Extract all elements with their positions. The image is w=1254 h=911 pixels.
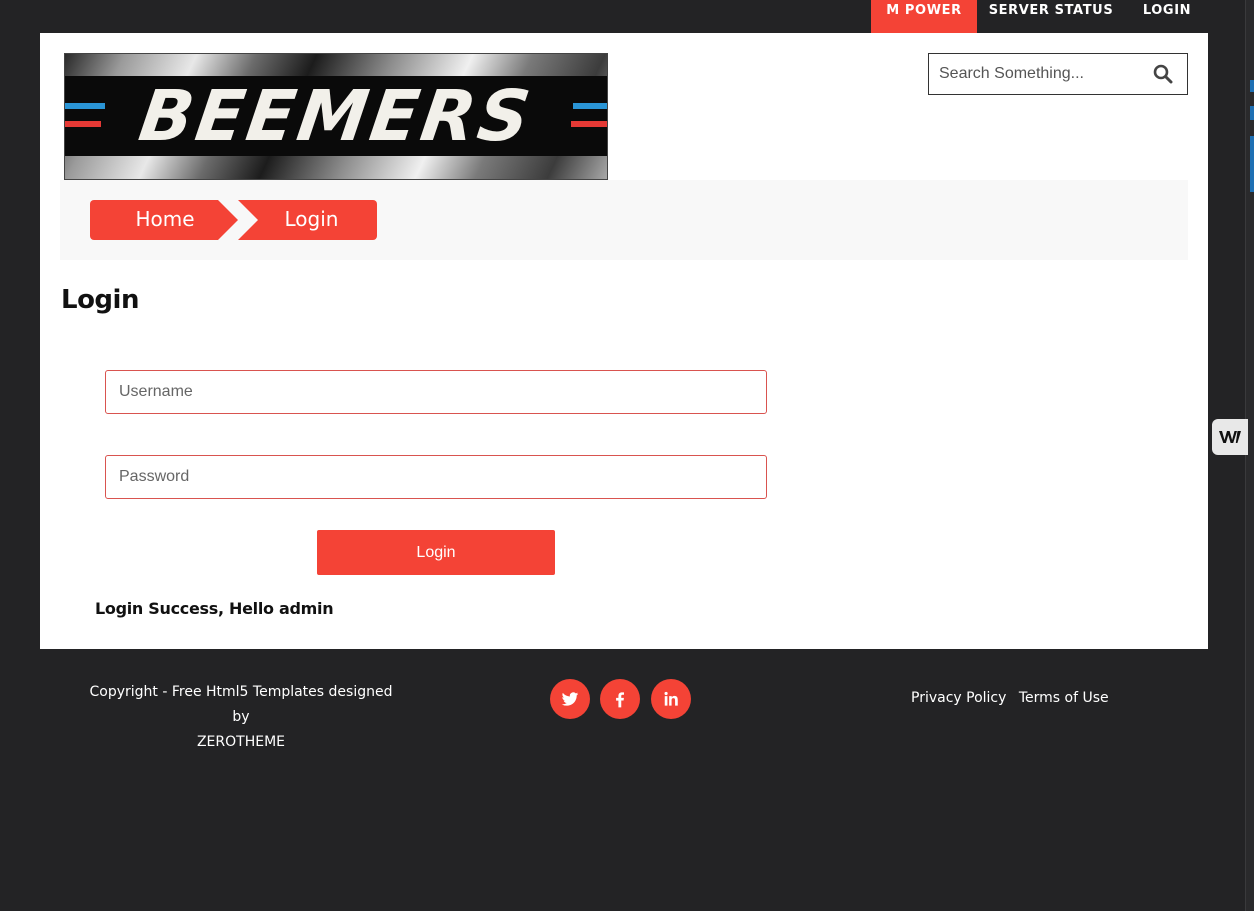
- login-status-message: Login Success, Hello admin: [95, 599, 334, 618]
- search-input[interactable]: [929, 54, 1154, 94]
- nav-item-server-status[interactable]: SERVER STATUS: [984, 0, 1118, 33]
- footer-copyright: Copyright - Free Html5 Templates designe…: [80, 680, 402, 755]
- logo-text: BEEMERS: [134, 75, 538, 157]
- terms-of-use-link[interactable]: Terms of Use: [1019, 690, 1109, 706]
- page-title: Login: [61, 285, 139, 315]
- template-link[interactable]: Free Html5 Templates: [172, 684, 324, 700]
- search-icon[interactable]: [1153, 64, 1173, 84]
- linkedin-icon: [664, 691, 678, 706]
- designer-name: ZEROTHEME: [196, 734, 286, 750]
- facebook-icon: [616, 692, 624, 708]
- username-field[interactable]: [105, 370, 767, 414]
- login-button[interactable]: Login: [317, 530, 555, 575]
- search-box: [928, 53, 1188, 95]
- twitter-icon: [561, 692, 579, 706]
- site-logo[interactable]: BEEMERS: [64, 53, 608, 180]
- nav-item-login[interactable]: LOGIN: [1126, 0, 1208, 33]
- side-widget-tab[interactable]: [1212, 419, 1248, 455]
- nav-item-m-power[interactable]: M POWER: [871, 0, 977, 33]
- facebook-button[interactable]: [600, 679, 640, 719]
- w-logo-icon: [1219, 431, 1241, 443]
- password-field[interactable]: [105, 455, 767, 499]
- twitter-button[interactable]: [550, 679, 590, 719]
- privacy-policy-link[interactable]: Privacy Policy: [911, 690, 1006, 706]
- right-edge-panel: [1245, 0, 1254, 911]
- main-container: BEEMERS Home Login Login Login Login Suc…: [40, 33, 1208, 649]
- breadcrumb-login[interactable]: Login: [238, 200, 377, 240]
- linkedin-button[interactable]: [651, 679, 691, 719]
- breadcrumb-home[interactable]: Home: [90, 200, 238, 240]
- breadcrumb: Home Login: [60, 180, 1188, 260]
- top-navigation: M POWER SERVER STATUS LOGIN: [0, 0, 1254, 33]
- footer-links: Privacy Policy Terms of Use: [911, 690, 1117, 706]
- copyright-prefix: Copyright -: [89, 684, 172, 700]
